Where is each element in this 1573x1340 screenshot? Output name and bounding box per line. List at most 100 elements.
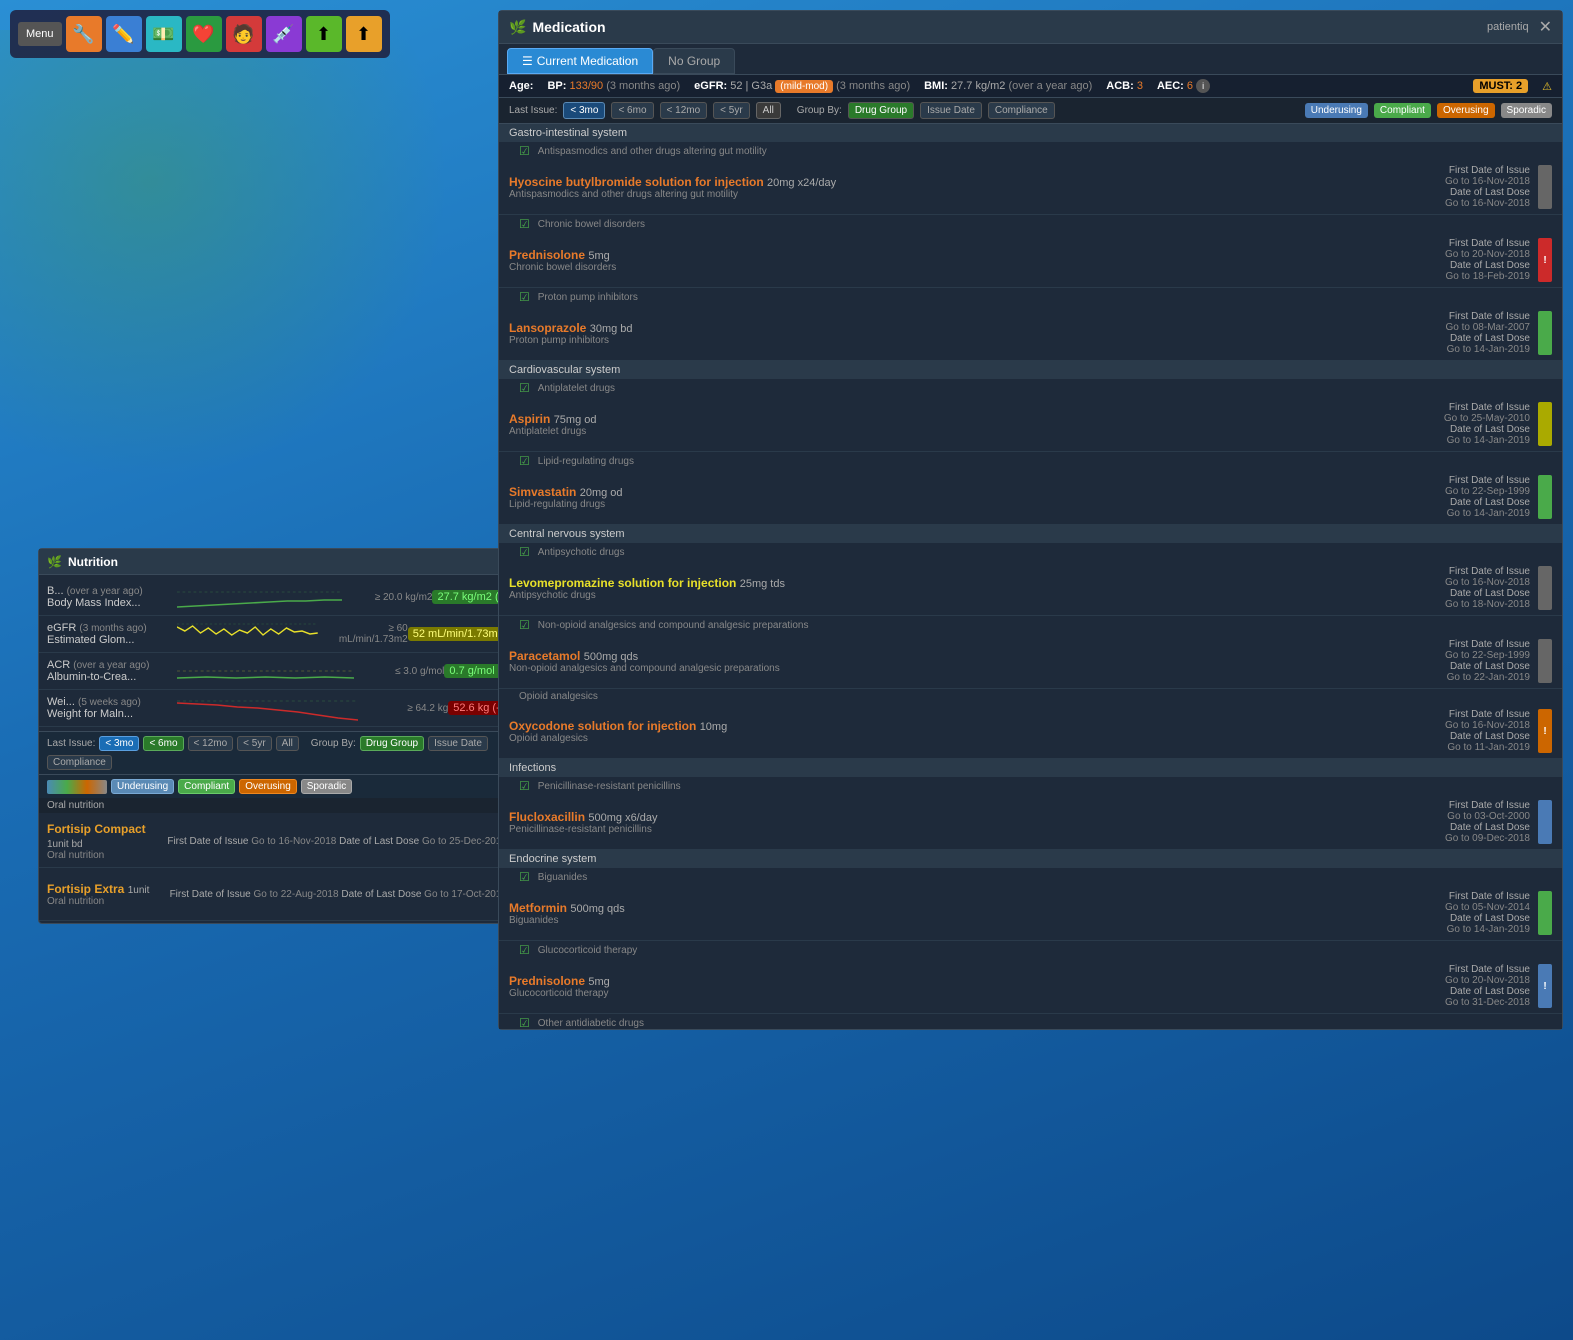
simvastatin-dates: First Date of Issue Go to 22-Sep-1999 Da… bbox=[1370, 475, 1530, 519]
subsection-antispasmodics: ☑ Antispasmodics and other drugs alterin… bbox=[499, 142, 1562, 160]
med-item-levomepromazine[interactable]: Levomepromazine solution for injection 2… bbox=[499, 561, 1562, 616]
med-filter-6mo[interactable]: < 6mo bbox=[611, 102, 653, 119]
metric-row-acr: ACR (over a year ago) Albumin-to-Crea...… bbox=[39, 653, 537, 690]
nutrition-filter-12mo[interactable]: < 12mo bbox=[188, 736, 234, 751]
med-item-prednisolone-gi[interactable]: Prednisolone 5mg Chronic bowel disorders… bbox=[499, 233, 1562, 288]
med-item-flucloxacillin[interactable]: Flucloxacillin 500mg x6/day Penicillinas… bbox=[499, 795, 1562, 850]
nutrition-med-item-fortisip-extra[interactable]: Fortisip Extra 1unit Oral nutrition Firs… bbox=[39, 868, 537, 921]
simvastatin-dose: 20mg od bbox=[580, 487, 623, 499]
med-group-compliance[interactable]: Compliance bbox=[988, 102, 1055, 119]
glucocorticoid-label: Glucocorticoid therapy bbox=[538, 945, 638, 956]
med-compliant-btn[interactable]: Compliant bbox=[1374, 103, 1431, 118]
subsection-antiplatelet: ☑ Antiplatelet drugs bbox=[499, 379, 1562, 397]
section-cardiovascular-label: Cardiovascular system bbox=[509, 364, 620, 376]
metformin-sub: Biguanides bbox=[509, 915, 1370, 926]
section-cardiovascular: Cardiovascular system bbox=[499, 361, 1562, 379]
med-filter-12mo[interactable]: < 12mo bbox=[660, 102, 708, 119]
lansoprazole-dates: First Date of Issue Go to 08-Mar-2007 Da… bbox=[1370, 311, 1530, 355]
med-filter-3mo[interactable]: < 3mo bbox=[563, 102, 605, 119]
med-item-metformin[interactable]: Metformin 500mg qds Biguanides First Dat… bbox=[499, 886, 1562, 941]
tab-current-medication[interactable]: ☰ Current Medication bbox=[507, 48, 653, 74]
metric-weight-fullname: Weight for Maln... bbox=[47, 708, 177, 720]
patient-bmi: BMI: 27.7 kg/m2 (over a year ago) bbox=[924, 80, 1092, 92]
section-cns-label: Central nervous system bbox=[509, 528, 625, 540]
non-opioid-label: Non-opioid analgesics and compound analg… bbox=[538, 620, 809, 631]
antipsychotic-label: Antipsychotic drugs bbox=[538, 547, 625, 558]
must-warn-icon: ⚠ bbox=[1542, 80, 1552, 93]
med-sporadic-btn[interactable]: Sporadic bbox=[1501, 103, 1552, 118]
taskbar-btn-8[interactable]: ⬆ bbox=[346, 16, 382, 52]
antidiabetic-checkbox: ☑ bbox=[519, 1016, 530, 1029]
nutrition-underusing-btn[interactable]: Underusing bbox=[111, 779, 174, 794]
med-filter-5yr[interactable]: < 5yr bbox=[713, 102, 750, 119]
fortisip-compact-dates: First Date of Issue Go to 16-Nov-2018 Da… bbox=[167, 836, 507, 847]
taskbar-btn-6[interactable]: 💉 bbox=[266, 16, 302, 52]
section-endocrine: Endocrine system bbox=[499, 850, 1562, 868]
nutrition-group-drug[interactable]: Drug Group bbox=[360, 736, 424, 751]
medication-panel-close[interactable]: ✕ bbox=[1539, 17, 1552, 37]
section-gastro: Gastro-intestinal system bbox=[499, 124, 1562, 142]
medication-panel: 🌿 Medication patientiq ✕ ☰ Current Medic… bbox=[498, 10, 1563, 1030]
med-underusing-btn[interactable]: Underusing bbox=[1305, 103, 1368, 118]
oxycodone-status: ! bbox=[1538, 709, 1552, 753]
taskbar-btn-7[interactable]: ⬆ bbox=[306, 16, 342, 52]
fortisip-extra-dates: First Date of Issue Go to 22-Aug-2018 Da… bbox=[170, 889, 507, 900]
subsection-proton-pump: ☑ Proton pump inhibitors bbox=[499, 288, 1562, 306]
med-filter-all[interactable]: All bbox=[756, 102, 781, 119]
nutrition-sporadic-btn[interactable]: Sporadic bbox=[301, 779, 352, 794]
metric-acr-chart bbox=[177, 656, 354, 686]
med-item-lansoprazole[interactable]: Lansoprazole 30mg bd Proton pump inhibit… bbox=[499, 306, 1562, 361]
levomepromazine-name: Levomepromazine solution for injection bbox=[509, 576, 736, 590]
taskbar: Menu 🔧 ✏️ 💵 ❤️ 🧑 💉 ⬆ ⬆ bbox=[10, 10, 390, 58]
aspirin-status bbox=[1538, 402, 1552, 446]
med-group-issue[interactable]: Issue Date bbox=[920, 102, 982, 119]
aec-info-icon[interactable]: i bbox=[1196, 79, 1210, 93]
tab-nogroup-label: No Group bbox=[668, 54, 720, 68]
paracetamol-status bbox=[1538, 639, 1552, 683]
biguanides-checkbox: ☑ bbox=[519, 870, 530, 884]
metric-weight-threshold: ≥ 64.2 kg bbox=[358, 703, 448, 714]
med-groupby-label: Group By: bbox=[797, 105, 842, 116]
medication-tabs: ☰ Current Medication No Group bbox=[499, 44, 1562, 75]
taskbar-btn-1[interactable]: 🔧 bbox=[66, 16, 102, 52]
section-cns: Central nervous system bbox=[499, 525, 1562, 543]
med-group-drug[interactable]: Drug Group bbox=[848, 102, 914, 119]
metric-egfr-threshold: ≥ 60 mL/min/1.73m2 bbox=[318, 623, 408, 645]
tab-current-label: Current Medication bbox=[537, 54, 638, 68]
nutrition-group-issue[interactable]: Issue Date bbox=[428, 736, 488, 751]
fortisip-compact-name: Fortisip Compact bbox=[47, 822, 146, 836]
nutrition-filter-all[interactable]: All bbox=[276, 736, 299, 751]
nutrition-overusing-btn[interactable]: Overusing bbox=[239, 779, 297, 794]
nutrition-filter-5yr[interactable]: < 5yr bbox=[237, 736, 272, 751]
nutrition-filter-3mo[interactable]: < 3mo bbox=[99, 736, 139, 751]
med-item-prednisolone-endo[interactable]: Prednisolone 5mg Glucocorticoid therapy … bbox=[499, 959, 1562, 1014]
taskbar-btn-5[interactable]: 🧑 bbox=[226, 16, 262, 52]
med-item-oxycodone[interactable]: Oxycodone solution for injection 10mg Op… bbox=[499, 704, 1562, 759]
antispasmodics-label: Antispasmodics and other drugs altering … bbox=[538, 146, 767, 157]
hyoscine-dates: First Date of Issue Go to 16-Nov-2018 Da… bbox=[1370, 165, 1530, 209]
prednisolone-gi-dates: First Date of Issue Go to 20-Nov-2018 Da… bbox=[1370, 238, 1530, 282]
nutrition-group-compliance[interactable]: Compliance bbox=[47, 755, 112, 770]
med-last-issue-label: Last Issue: bbox=[509, 105, 557, 116]
aspirin-name: Aspirin bbox=[509, 412, 550, 426]
med-item-aspirin[interactable]: Aspirin 75mg od Antiplatelet drugs First… bbox=[499, 397, 1562, 452]
nutrition-compliant-btn[interactable]: Compliant bbox=[178, 779, 235, 794]
fortisip-extra-name: Fortisip Extra bbox=[47, 882, 124, 896]
med-item-paracetamol[interactable]: Paracetamol 500mg qds Non-opioid analges… bbox=[499, 634, 1562, 689]
flucloxacillin-name: Flucloxacillin bbox=[509, 810, 585, 824]
taskbar-btn-4[interactable]: ❤️ bbox=[186, 16, 222, 52]
metric-egfr-chart bbox=[177, 619, 318, 649]
med-item-hyoscine[interactable]: Hyoscine butylbromide solution for injec… bbox=[499, 160, 1562, 215]
taskbar-menu-label[interactable]: Menu bbox=[18, 22, 62, 46]
paracetamol-dose: 500mg qds bbox=[584, 651, 638, 663]
taskbar-btn-3[interactable]: 💵 bbox=[146, 16, 182, 52]
hyoscine-dose: 20mg x24/day bbox=[767, 177, 836, 189]
nutrition-filter-6mo[interactable]: < 6mo bbox=[143, 736, 183, 751]
tab-no-group[interactable]: No Group bbox=[653, 48, 735, 74]
taskbar-btn-2[interactable]: ✏️ bbox=[106, 16, 142, 52]
prednisolone-gi-status: ! bbox=[1538, 238, 1552, 282]
leaf-decoration bbox=[0, 30, 500, 530]
med-item-simvastatin[interactable]: Simvastatin 20mg od Lipid-regulating dru… bbox=[499, 470, 1562, 525]
med-overusing-btn[interactable]: Overusing bbox=[1437, 103, 1495, 118]
nutrition-med-item-fortisip-compact[interactable]: Fortisip Compact 1unit bd Oral nutrition… bbox=[39, 815, 537, 868]
